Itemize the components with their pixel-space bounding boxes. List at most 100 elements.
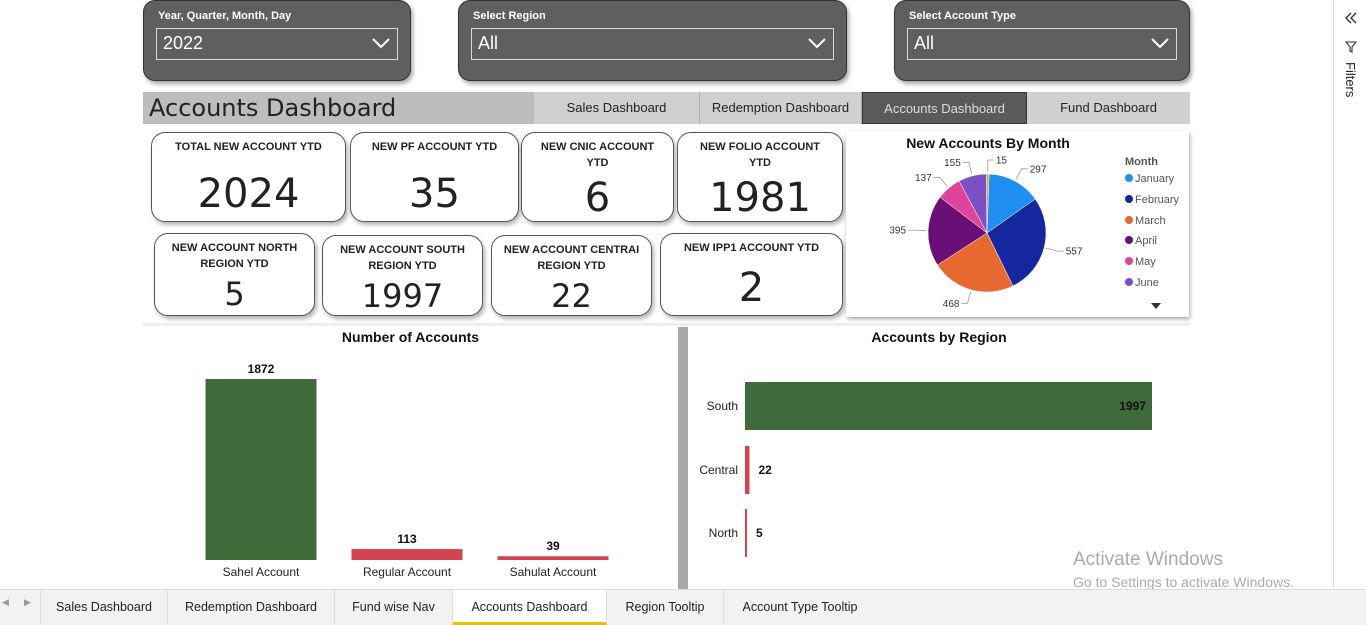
pie-data-label: 155	[944, 158, 961, 169]
kpi-card-title: TOTAL NEW ACCOUNT YTD	[175, 141, 322, 153]
nav-fund-dashboard[interactable]: Fund Dashboard	[1027, 92, 1190, 124]
pie-leader-line	[987, 159, 994, 173]
bar-sahel-account[interactable]	[205, 379, 317, 560]
region-slicer-title: Select Region	[473, 10, 546, 22]
pie-data-label: 297	[1030, 164, 1047, 175]
pie-data-label: 137	[915, 173, 932, 184]
legend-label: May	[1135, 256, 1156, 269]
legend-item-february[interactable]: February	[1125, 194, 1189, 215]
kpi-card-title: NEW PF ACCOUNT YTD	[371, 141, 498, 153]
kpi-card-title: NEW ACCOUNT CENTRAI REGION YTD	[503, 244, 640, 272]
date-slicer-dropdown[interactable]: 2022	[156, 28, 398, 60]
region-category-label: Central	[699, 463, 738, 477]
bar-regular-account[interactable]	[351, 549, 463, 560]
legend-marker	[1125, 194, 1133, 203]
kpi-card-title: NEW CNIC ACCOUNT YTD	[540, 141, 655, 169]
region-category-label: South	[707, 399, 738, 413]
kpi-card-value: 2024	[197, 171, 300, 217]
pie-data-label: 557	[1066, 247, 1083, 258]
chevron-down-icon	[1151, 38, 1169, 49]
bar-data-label: 113	[397, 532, 417, 546]
pie-leader-line	[933, 177, 948, 187]
pie-leader-line	[1045, 247, 1064, 252]
account-type-slicer-value: All	[914, 33, 935, 53]
date-slicer-value: 2022	[163, 33, 204, 53]
pie-leader-line	[1015, 168, 1028, 180]
accounts-by-region-title: Accounts by Region	[871, 329, 1007, 345]
legend-marker	[1125, 257, 1133, 266]
region-slicer-value: All	[478, 33, 499, 53]
bar-data-label: 1872	[248, 362, 275, 376]
tab-scroll-left-icon[interactable]: ◀	[2, 598, 9, 608]
pie-legend: January February March April May June	[1125, 173, 1189, 298]
kpi-card-value: 6	[584, 175, 611, 221]
legend-scroll-down-icon[interactable]	[1151, 303, 1161, 309]
activate-windows-subtitle: Go to Settings to activate Windows.	[1073, 574, 1294, 590]
region-category-label: North	[709, 526, 738, 540]
bar-data-label: 39	[546, 539, 560, 553]
number-of-accounts-title: Number of Accounts	[341, 329, 480, 345]
bar-category-label: Sahulat Account	[510, 565, 597, 579]
date-slicer: Year, Quarter, Month, Day 2022	[143, 0, 411, 81]
legend-item-march[interactable]: March	[1125, 215, 1189, 236]
tab-sales-dashboard[interactable]: Sales Dashboard	[41, 590, 168, 625]
pie-data-label: 15	[996, 156, 1008, 167]
region-bar-south[interactable]	[745, 382, 1152, 430]
pie-legend-title: Month	[1125, 156, 1158, 168]
chevron-down-icon	[808, 38, 826, 49]
funnel-icon	[1345, 41, 1357, 53]
region-slicer: Select Region All	[458, 0, 847, 81]
kpi-card-title: NEW ACCOUNT SOUTH REGION YTD	[340, 244, 465, 272]
account-type-slicer-title: Select Account Type	[909, 10, 1016, 22]
filters-pane[interactable]: Filters	[1333, 0, 1366, 589]
kpi-card-value: 1997	[361, 277, 444, 315]
pie-data-label: 468	[943, 299, 960, 310]
visual-divider-top	[143, 323, 1190, 326]
tab-region-tooltip[interactable]: Region Tooltip	[607, 590, 724, 625]
pie-data-label: 395	[889, 226, 906, 237]
page-title: Accounts Dashboard	[149, 94, 397, 122]
tab-fund-wise-nav[interactable]: Fund wise Nav	[335, 590, 453, 625]
kpi-card-new-ipp1-account: NEW IPP1 ACCOUNT YTD 2	[660, 233, 843, 316]
legend-item-january[interactable]: January	[1125, 173, 1189, 194]
kpi-card-title: NEW ACCOUNT NORTH REGION YTD	[171, 242, 298, 270]
bar-category-label: Sahel Account	[223, 565, 300, 579]
legend-item-may[interactable]: May	[1125, 256, 1189, 277]
kpi-card-value: 5	[224, 275, 245, 313]
region-data-label: 22	[758, 463, 772, 477]
kpi-card-new-pf-account: NEW PF ACCOUNT YTD 35	[350, 132, 519, 222]
activate-windows-title: Activate Windows	[1073, 549, 1223, 570]
kpi-card-title: NEW FOLIO ACCOUNT YTD	[700, 141, 820, 169]
filters-label: Filters	[1343, 62, 1358, 98]
tab-redemption-dashboard[interactable]: Redemption Dashboard	[168, 590, 335, 625]
legend-marker	[1125, 277, 1133, 286]
kpi-card-title: NEW IPP1 ACCOUNT YTD	[683, 242, 820, 254]
tab-accounts-dashboard[interactable]: Accounts Dashboard	[453, 590, 607, 625]
legend-label: April	[1135, 235, 1158, 248]
tab-scroll-right-icon[interactable]: ▶	[24, 598, 31, 608]
region-bar-central[interactable]	[745, 446, 750, 494]
account-type-slicer: Select Account Type All	[894, 0, 1190, 81]
kpi-card-value: 2	[738, 265, 765, 311]
number-of-accounts-chart[interactable]: 1872 Sahel Account 113 Regular Account 39 Sah…	[143, 350, 678, 590]
legend-marker	[1125, 215, 1133, 224]
tab-account-type-tooltip[interactable]: Account Type Tooltip	[724, 590, 876, 625]
account-type-slicer-dropdown[interactable]: All	[907, 28, 1177, 60]
legend-item-april[interactable]: April	[1125, 235, 1189, 256]
double-chevron-left-icon[interactable]	[1344, 12, 1358, 24]
nav-redemption-dashboard[interactable]: Redemption Dashboard	[700, 92, 862, 124]
legend-label: January	[1135, 173, 1175, 185]
pie-chart-panel: New Accounts By Month 297 557 468 395 137 155…	[846, 131, 1189, 317]
kpi-card-value: 22	[551, 277, 592, 315]
visual-divider	[678, 327, 688, 589]
bar-sahulat-account[interactable]	[497, 556, 609, 560]
region-data-label: 5	[756, 526, 763, 540]
legend-item-june[interactable]: June	[1125, 277, 1189, 298]
nav-accounts-dashboard[interactable]: Accounts Dashboard	[862, 92, 1027, 124]
kpi-card-new-folio-account: NEW FOLIO ACCOUNT YTD 1981	[677, 132, 843, 222]
kpi-card-total-new-account: TOTAL NEW ACCOUNT YTD 2024	[151, 132, 346, 222]
bar-category-label: Regular Account	[363, 565, 452, 579]
region-slicer-dropdown[interactable]: All	[471, 28, 834, 60]
region-bar-north[interactable]	[745, 509, 747, 557]
nav-sales-dashboard[interactable]: Sales Dashboard	[534, 92, 700, 124]
